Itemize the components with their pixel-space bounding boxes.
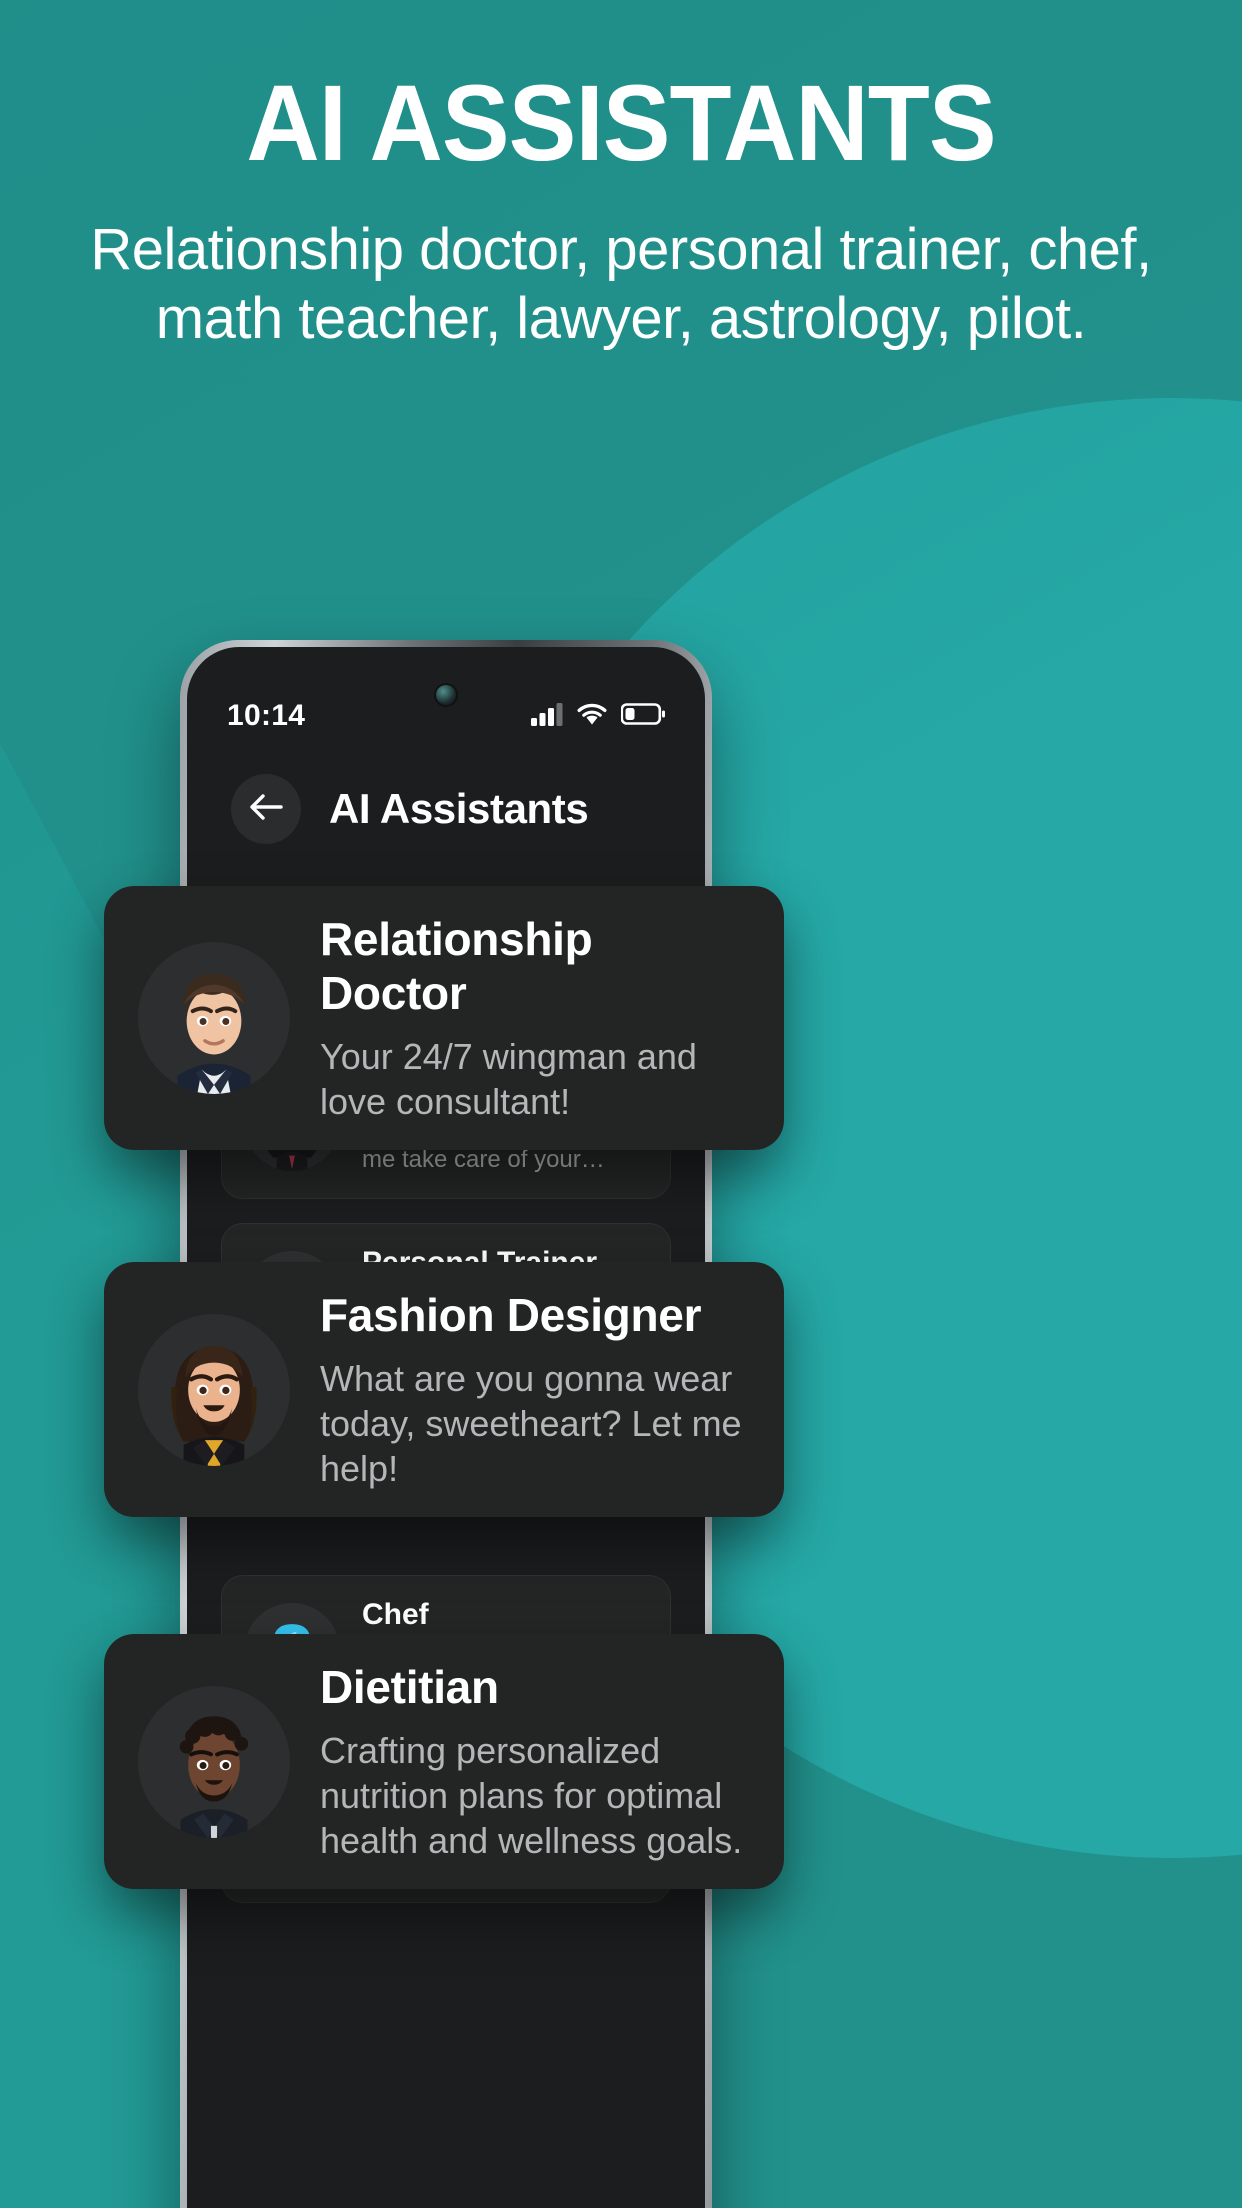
featured-card-dietitian[interactable]: Dietitian Crafting personalized nutritio… <box>104 1634 784 1889</box>
featured-card-description: What are you gonna wear today, sweethear… <box>320 1358 742 1489</box>
status-bar-time: 10:14 <box>227 699 306 732</box>
cellular-signal-icon <box>531 702 563 731</box>
featured-card-relationship-doctor[interactable]: Relationship Doctor Your 24/7 wingman an… <box>104 886 784 1150</box>
avatar-relationship-doctor <box>138 942 290 1094</box>
wifi-icon <box>576 702 608 731</box>
featured-card-text: Fashion Designer What are you gonna wear… <box>320 1288 750 1491</box>
avatar-relationship-doctor-art <box>138 942 290 1094</box>
featured-card-description: Your 24/7 wingman and love consultant! <box>320 1036 697 1122</box>
avatar-fashion-designer <box>138 1313 290 1466</box>
back-button[interactable] <box>231 774 301 844</box>
featured-card-text: Dietitian Crafting personalized nutritio… <box>320 1660 750 1863</box>
featured-card-name: Fashion Designer <box>320 1289 702 1341</box>
status-bar: 10:14 <box>187 647 705 751</box>
featured-card-name: Relationship Doctor <box>320 913 593 1019</box>
page-title: AI Assistants <box>329 785 589 832</box>
avatar-dietitian-art <box>138 1685 290 1838</box>
promo-subtitle: Relationship doctor, personal trainer, c… <box>90 217 1152 351</box>
avatar-dietitian <box>138 1685 290 1838</box>
battery-low-icon <box>620 702 665 731</box>
app-header: AI Assistants <box>187 751 705 867</box>
featured-card-name: Dietitian <box>320 1661 499 1713</box>
promo-copy: AI ASSISTANTS Relationship doctor, perso… <box>0 0 1242 353</box>
status-bar-icons <box>531 702 665 731</box>
promo-title: AI ASSISTANTS <box>246 62 996 183</box>
arrow-left-icon <box>248 792 284 827</box>
featured-card-fashion-designer[interactable]: Fashion Designer What are you gonna wear… <box>104 1262 784 1517</box>
featured-card-text: Relationship Doctor Your 24/7 wingman an… <box>320 912 750 1124</box>
featured-card-description: Crafting personalized nutrition plans fo… <box>320 1730 743 1861</box>
avatar-fashion-designer-art <box>138 1313 290 1466</box>
list-item-name: Chef <box>362 1598 429 1632</box>
